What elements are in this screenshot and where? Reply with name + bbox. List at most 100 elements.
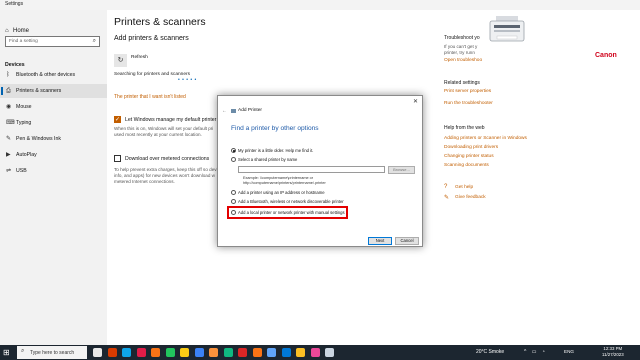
option-ip-address-radio[interactable]: [231, 190, 236, 195]
firefox-icon[interactable]: [151, 348, 160, 357]
home-icon: ⌂: [5, 28, 9, 34]
find-setting-input[interactable]: Find a setting ⌕: [5, 36, 100, 47]
sidebar-item-usb[interactable]: ⇌ USB: [0, 164, 107, 178]
notes-icon[interactable]: [310, 348, 320, 357]
keyboard-icon: ⌨: [6, 120, 15, 126]
shared-printer-input[interactable]: [238, 166, 385, 173]
explorer-icon[interactable]: [296, 348, 305, 357]
printer-not-listed-link[interactable]: The printer that I want isn't listed: [114, 94, 186, 100]
option-bluetooth-label[interactable]: Add a Bluetooth, wireless or network dis…: [238, 199, 344, 204]
opera-icon[interactable]: [136, 348, 146, 357]
language-indicator[interactable]: ENG: [564, 349, 574, 354]
sidebar-item-label: Printers & scanners: [16, 88, 62, 94]
photos-icon[interactable]: [267, 348, 276, 357]
clock[interactable]: 12:33 PM 11/27/2023: [602, 346, 624, 358]
files-icon[interactable]: [180, 348, 189, 357]
example-line-1: Example: \\computername\printername or: [243, 176, 314, 180]
sidebar-item-bluetooth-other-devices[interactable]: ᛒ Bluetooth & other devices: [0, 68, 107, 82]
taskbar: ⊞ ⌕ Type here to search 20°C Smoke ^ ▭ ◔…: [0, 345, 640, 360]
weather-widget[interactable]: 20°C Smoke: [476, 349, 504, 355]
open-troubleshooter-link[interactable]: Open troubleshoo: [444, 58, 482, 63]
sidebar-home[interactable]: ⌂ Home: [5, 28, 29, 34]
back-arrow-icon[interactable]: ←: [222, 108, 227, 114]
usb-icon: ⇌: [6, 168, 12, 174]
find-setting-placeholder: Find a setting: [9, 39, 38, 44]
cancel-button[interactable]: Cancel: [395, 237, 419, 245]
sidebar-item-autoplay[interactable]: ▶ AutoPlay: [0, 148, 107, 162]
page-title: Printers & scanners: [114, 16, 206, 28]
manage-default-checkbox[interactable]: ✓: [114, 116, 121, 123]
run-troubleshooter-link[interactable]: Run the troubleshooter: [444, 101, 493, 106]
dialog-title: Add Printer: [238, 108, 262, 113]
window-title: Settings: [5, 1, 24, 7]
printer-icon: [231, 109, 236, 113]
clock-date: 11/27/2023: [602, 352, 624, 357]
metered-label: Download over metered connections: [125, 156, 210, 162]
title-bar: Settings: [0, 0, 640, 10]
sidebar-item-label: Typing: [16, 120, 32, 126]
feedback-icon: ✎: [444, 195, 450, 201]
example-line-2: http://computername/printers/printername…: [243, 181, 326, 185]
store-icon[interactable]: [194, 348, 204, 357]
chrome-icon[interactable]: [165, 348, 175, 357]
pen-icon: ✎: [6, 136, 12, 142]
give-feedback-link[interactable]: Give feedback: [455, 195, 486, 200]
brave-icon[interactable]: [252, 348, 262, 357]
troubleshoot-text-2: printer, try runn: [444, 50, 475, 55]
mail-icon[interactable]: [281, 348, 291, 357]
acrobat-icon[interactable]: [238, 348, 247, 357]
sidebar-item-label: Mouse: [16, 104, 32, 110]
bluetooth-icon: ᛒ: [6, 72, 10, 78]
cortana-icon[interactable]: [93, 348, 102, 357]
close-icon[interactable]: ✕: [413, 98, 418, 105]
help-heading: Help from the web: [444, 125, 485, 131]
windows-start-icon[interactable]: ⊞: [3, 348, 12, 357]
help-link-adding-printers[interactable]: Adding printers or Scanner in Windows: [444, 136, 527, 141]
manage-default-label: Let Windows manage my default printer: [125, 117, 217, 123]
metered-desc-3: metered Internet connections.: [114, 179, 175, 184]
sidebar-item-mouse[interactable]: ◉ Mouse: [0, 100, 107, 114]
option-ip-address-label[interactable]: Add a printer using an IP address or hos…: [238, 190, 325, 195]
metered-checkbox[interactable]: [114, 155, 121, 162]
option-bluetooth-radio[interactable]: [231, 199, 236, 204]
edge-icon[interactable]: [122, 348, 131, 357]
printer-icon: ⎙: [6, 88, 11, 94]
refresh-button[interactable]: ↻: [114, 54, 127, 67]
refresh-icon: ↻: [117, 57, 124, 64]
office-icon[interactable]: [107, 348, 117, 357]
option-shared-printer-radio[interactable]: [231, 157, 236, 162]
get-help-icon: ?: [444, 184, 448, 190]
canon-printer-image: [487, 12, 527, 56]
option-older-printer-label[interactable]: My printer is a little older. Help me fi…: [238, 148, 313, 153]
autoplay-icon: ▶: [6, 152, 11, 158]
browse-button[interactable]: Browse...: [388, 166, 415, 174]
canon-brand: Canon: [595, 52, 617, 59]
vlc-icon[interactable]: [209, 348, 218, 357]
taskbar-search-placeholder: Type here to search: [30, 350, 75, 356]
search-icon: ⌕: [92, 38, 96, 44]
sidebar-item-label: USB: [16, 168, 27, 174]
troubleshoot-text-1: If you can't get y: [444, 44, 478, 49]
sidebar-item-printers-scanners[interactable]: ⎙ Printers & scanners: [0, 84, 107, 98]
sidebar-item-typing[interactable]: ⌨ Typing: [0, 116, 107, 130]
taskbar-search[interactable]: ⌕ Type here to search: [17, 346, 87, 359]
print-server-properties-link[interactable]: Print server properties: [444, 89, 491, 94]
option-shared-printer-label[interactable]: Select a shared printer by name: [238, 157, 297, 162]
progress-dots: • • • • •: [178, 77, 197, 83]
related-settings-heading: Related settings: [444, 80, 480, 86]
help-link-scanning[interactable]: Scanning documents: [444, 163, 489, 168]
option-older-printer-radio[interactable]: [231, 148, 236, 153]
help-link-downloading-drivers[interactable]: Downloading print drivers: [444, 145, 498, 150]
dialog-heading: Find a printer by other options: [231, 125, 319, 132]
refresh-label[interactable]: Refresh: [131, 55, 148, 60]
sidebar: ⌂ Home Find a setting ⌕ Devices ᛒ Bluetoot…: [0, 10, 107, 345]
get-help-link[interactable]: Get help: [455, 185, 473, 190]
red-highlight-box: [227, 206, 348, 219]
settings-icon[interactable]: [325, 348, 334, 357]
help-link-changing-status[interactable]: Changing printer status: [444, 154, 494, 159]
next-button[interactable]: Next: [368, 237, 392, 245]
maps-icon[interactable]: [223, 348, 233, 357]
manage-default-desc-2: used most recently at your current locat…: [114, 132, 202, 137]
system-tray-icons[interactable]: ^ ▭ ◔: [524, 349, 547, 355]
sidebar-item-pen-windows-ink[interactable]: ✎ Pen & Windows Ink: [0, 132, 107, 146]
